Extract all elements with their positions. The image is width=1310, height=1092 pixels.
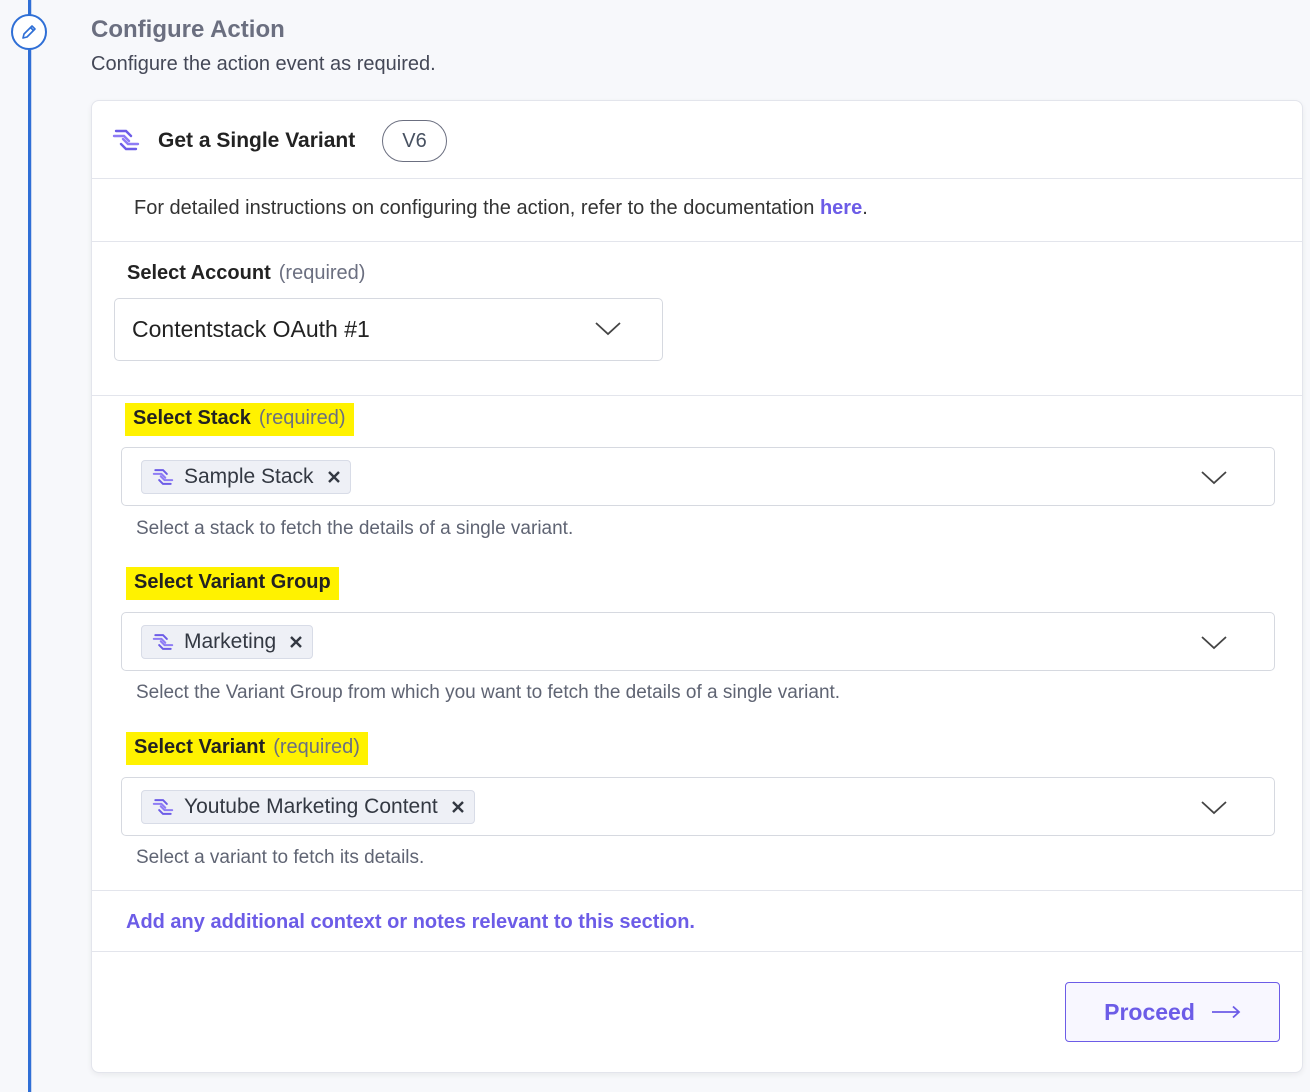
account-select[interactable]: Contentstack OAuth #1 xyxy=(114,298,663,361)
contentstack-logo-icon xyxy=(112,127,140,158)
stack-chip: Sample Stack xyxy=(141,460,351,494)
variant-label-text: Select Variant xyxy=(134,736,266,758)
pencil-icon xyxy=(20,23,38,41)
action-config-card: Get a Single Variant V6 For detailed ins… xyxy=(91,100,1303,1073)
doc-text: For detailed instructions on configuring… xyxy=(134,197,820,219)
variant-group-label-text: Select Variant Group xyxy=(134,571,331,593)
version-badge[interactable]: V6 xyxy=(382,120,447,162)
step-edit-button[interactable] xyxy=(11,14,47,50)
doc-link[interactable]: here xyxy=(820,197,862,219)
account-section: Select Account (required) Contentstack OA… xyxy=(92,242,1302,396)
contentstack-logo-icon xyxy=(152,467,174,487)
notes-section: Add any additional context or notes rele… xyxy=(92,890,1302,952)
documentation-note: For detailed instructions on configuring… xyxy=(92,179,1302,242)
doc-suffix: . xyxy=(862,197,868,219)
variant-select[interactable]: Youtube Marketing Content xyxy=(121,777,1275,836)
account-label: Select Account (required) xyxy=(127,262,365,285)
contentstack-logo-icon xyxy=(152,797,174,817)
chevron-down-icon xyxy=(595,321,621,342)
variant-group-helper: Select the Variant Group from which you … xyxy=(136,682,841,703)
stack-chip-label: Sample Stack xyxy=(184,465,314,488)
chevron-down-icon xyxy=(1201,800,1227,821)
chevron-down-icon xyxy=(1201,635,1227,656)
account-value: Contentstack OAuth #1 xyxy=(132,316,370,342)
stack-label: Select Stack (required) xyxy=(125,403,354,436)
stack-label-text: Select Stack xyxy=(133,407,251,429)
close-icon[interactable] xyxy=(290,636,303,648)
proceed-button[interactable]: Proceed xyxy=(1065,982,1280,1042)
variant-group-chip-label: Marketing xyxy=(184,630,277,653)
variant-chip-label: Youtube Marketing Content xyxy=(184,795,438,818)
contentstack-logo-icon xyxy=(152,632,174,652)
close-icon[interactable] xyxy=(451,801,464,813)
close-icon[interactable] xyxy=(327,471,340,483)
variant-label: Select Variant (required) xyxy=(126,732,368,765)
variant-chip: Youtube Marketing Content xyxy=(141,790,475,824)
chevron-down-icon xyxy=(1201,470,1227,491)
page-subtitle: Configure the action event as required. xyxy=(91,53,436,75)
variant-group-label: Select Variant Group xyxy=(126,567,339,600)
account-required: (required) xyxy=(278,262,366,284)
action-name: Get a Single Variant xyxy=(158,129,356,152)
proceed-label: Proceed xyxy=(1104,998,1195,1025)
variant-required: (required) xyxy=(273,736,360,758)
arrow-right-icon xyxy=(1211,1005,1241,1019)
account-label-text: Select Account xyxy=(127,262,271,284)
variant-group-select[interactable]: Marketing xyxy=(121,612,1275,671)
stack-helper: Select a stack to fetch the details of a… xyxy=(136,518,574,539)
page-title: Configure Action xyxy=(91,16,285,43)
card-header: Get a Single Variant V6 xyxy=(92,101,1302,179)
variant-group-chip: Marketing xyxy=(141,625,314,659)
notes-link[interactable]: Add any additional context or notes rele… xyxy=(126,911,695,934)
stack-select[interactable]: Sample Stack xyxy=(121,447,1275,506)
variant-helper: Select a variant to fetch its details. xyxy=(136,847,425,868)
stack-required: (required) xyxy=(258,407,346,429)
timeline-line-shadow xyxy=(31,0,32,1092)
